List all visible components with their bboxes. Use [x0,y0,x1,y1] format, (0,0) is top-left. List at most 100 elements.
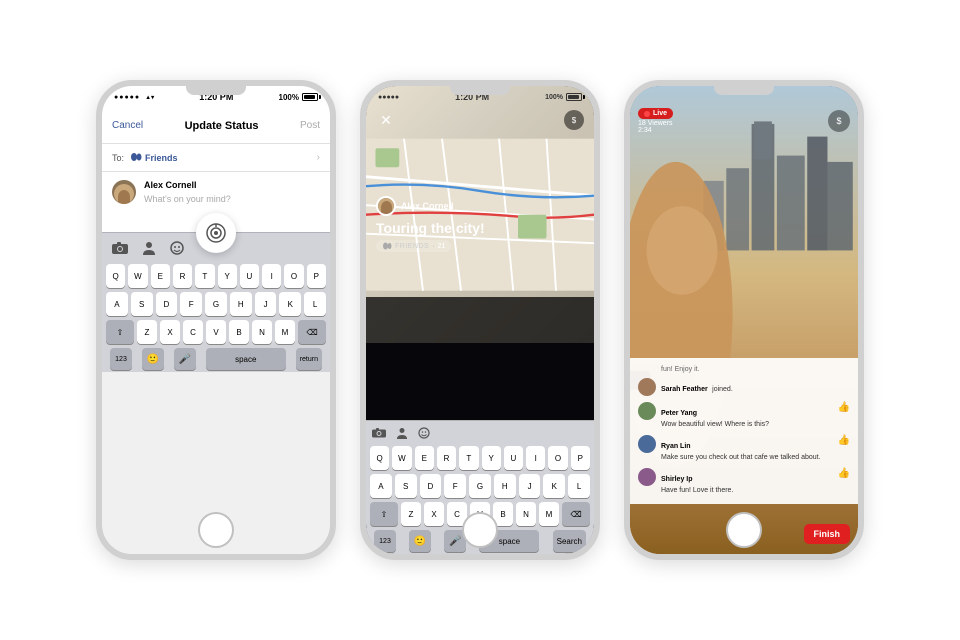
finish-button[interactable]: Finish [804,524,851,544]
key-u[interactable]: U [240,264,259,288]
close-button[interactable]: ✕ [376,110,396,130]
key-z[interactable]: Z [137,320,157,344]
key2-q[interactable]: Q [370,446,389,470]
viewer-count: 18 Viewers [638,120,673,127]
key2-s[interactable]: S [395,474,417,498]
keyboard-toolbar [102,232,330,262]
key2-t[interactable]: T [459,446,478,470]
post-button[interactable]: Post [300,120,320,131]
key-r[interactable]: R [173,264,192,288]
status-bar-1: ●●●●● ▲▾ 1:20 PM 100% [102,86,330,108]
comment-peter: Peter Yang Wow beautiful view! Where is … [630,399,858,432]
key-y[interactable]: Y [218,264,237,288]
key-row-2: A S D F G H J K L [102,290,330,318]
key-row-4: 123 🙂 🎤 space return [102,346,330,372]
key-e[interactable]: E [151,264,170,288]
comment-shirley: Shirley Ip Have fun! Love it there. 👍 [630,465,858,498]
key-k[interactable]: K [279,292,301,316]
key2-p[interactable]: P [571,446,590,470]
live-avatar [376,196,396,216]
key-t[interactable]: T [195,264,214,288]
camera-icon[interactable] [112,242,128,254]
key-n[interactable]: N [252,320,272,344]
key-mic[interactable]: 🎤 [174,348,196,370]
key2-emoji[interactable]: 🙂 [409,530,431,552]
home-button-2[interactable] [462,512,498,548]
home-button-3[interactable] [726,512,762,548]
key-b[interactable]: B [229,320,249,344]
key-c[interactable]: C [183,320,203,344]
key-f[interactable]: F [180,292,202,316]
key2-k[interactable]: K [543,474,565,498]
comment-body-peter: Peter Yang Wow beautiful view! Where is … [661,402,833,429]
comment-body-shirley: Shirley Ip Have fun! Love it there. [661,468,833,495]
key-i[interactable]: I [262,264,281,288]
cancel-button[interactable]: Cancel [112,120,143,131]
key-d[interactable]: D [156,292,178,316]
like-button-peter[interactable]: 👍 [838,402,850,413]
person-icon-2[interactable] [396,427,408,439]
key2-z[interactable]: Z [401,502,421,526]
like-button-shirley[interactable]: 👍 [838,468,850,479]
emoji-icon-2[interactable] [418,427,430,439]
live-user: Alex Cornell [376,196,485,216]
key-s[interactable]: S [131,292,153,316]
key2-d[interactable]: D [420,474,442,498]
key2-w[interactable]: W [392,446,411,470]
key-return[interactable]: return [296,348,322,370]
key2-i[interactable]: I [526,446,545,470]
key2-a[interactable]: A [370,474,392,498]
key-a[interactable]: A [106,292,128,316]
key-space[interactable]: space [206,348,286,370]
key2-shift[interactable]: ⇧ [370,502,398,526]
key2-y[interactable]: Y [482,446,501,470]
camera-icon-2[interactable] [372,428,386,438]
key-emoji[interactable]: 🙂 [142,348,164,370]
live-status-container: Live 18 Viewers 2:34 [638,108,673,134]
key-w[interactable]: W [128,264,147,288]
key2-u[interactable]: U [504,446,523,470]
key2-f[interactable]: F [444,474,466,498]
key2-123[interactable]: 123 [374,530,396,552]
key-o[interactable]: O [284,264,303,288]
settings-button-2[interactable]: $ [564,110,584,130]
key-v[interactable]: V [206,320,226,344]
key-g[interactable]: G [205,292,227,316]
live-header: Live 18 Viewers 2:34 $ [630,108,858,134]
key-x[interactable]: X [160,320,180,344]
key2-h[interactable]: H [494,474,516,498]
key2-x[interactable]: X [424,502,444,526]
emoji-icon[interactable] [170,241,184,255]
comment-avatar-peter [638,402,656,420]
key2-m[interactable]: M [539,502,559,526]
key-q[interactable]: Q [106,264,125,288]
compose-placeholder[interactable]: What's on your mind? [144,194,320,204]
key2-r[interactable]: R [437,446,456,470]
key2-o[interactable]: O [548,446,567,470]
key2-j[interactable]: J [519,474,541,498]
key-shift[interactable]: ⇧ [106,320,134,344]
live-broadcast-button[interactable] [196,213,236,253]
key2-l[interactable]: L [568,474,590,498]
to-bar[interactable]: To: Friends › [102,144,330,172]
key2-e[interactable]: E [415,446,434,470]
nav-bar: Cancel Update Status Post [102,108,330,144]
key-h[interactable]: H [230,292,252,316]
key-123[interactable]: 123 [110,348,132,370]
key2-n[interactable]: N [516,502,536,526]
audience-selector[interactable]: Friends [130,153,178,163]
settings-button-3[interactable]: $ [828,110,850,132]
key2-backspace[interactable]: ⌫ [562,502,590,526]
key-backspace[interactable]: ⌫ [298,320,326,344]
key-m[interactable]: M [275,320,295,344]
key2-g[interactable]: G [469,474,491,498]
like-button-ryan[interactable]: 👍 [838,435,850,446]
keyboard: Q W E R T Y U I O P A S D F G H [102,262,330,372]
key-l[interactable]: L [304,292,326,316]
search-button[interactable]: Search [553,530,586,552]
home-button-1[interactable] [198,512,234,548]
person-icon[interactable] [142,241,156,255]
key-p[interactable]: P [307,264,326,288]
key-j[interactable]: J [255,292,277,316]
key-row-2-2: ASDFGHJKL [366,472,594,500]
